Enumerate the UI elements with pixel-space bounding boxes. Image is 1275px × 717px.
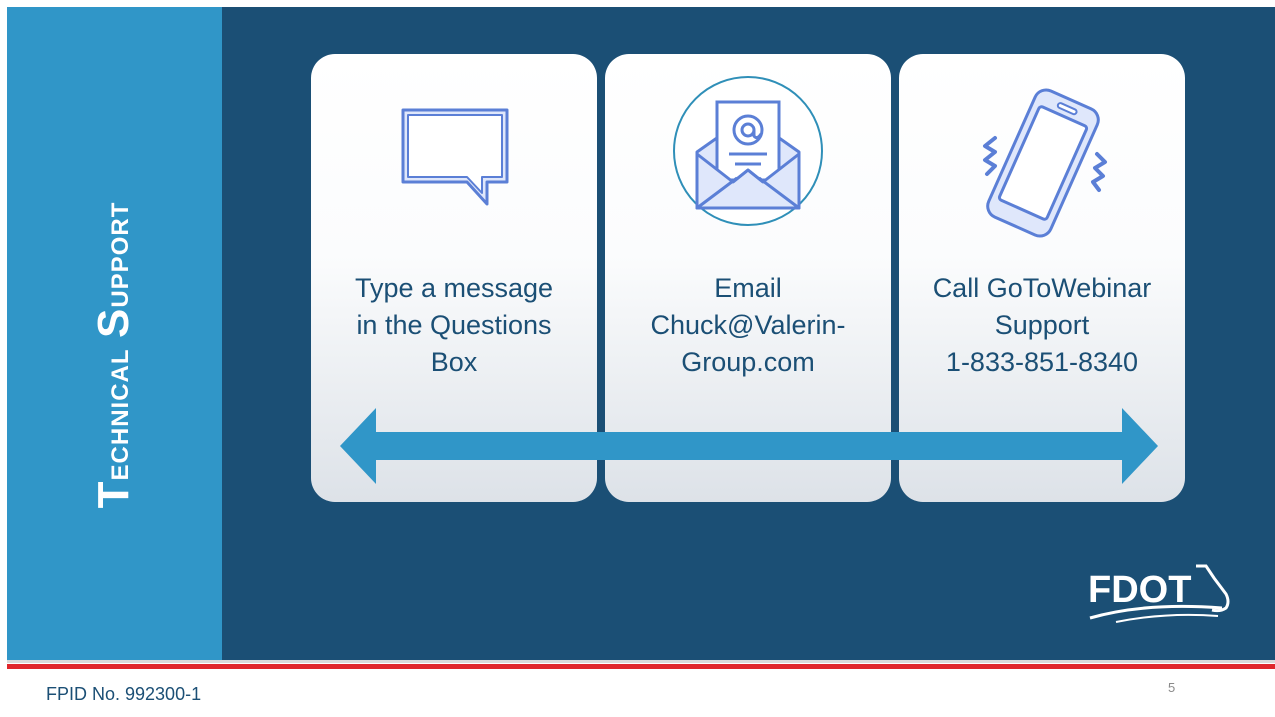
footer-divider-gray — [7, 660, 1275, 663]
card-line: Box — [430, 347, 478, 377]
footer-divider-red — [7, 664, 1275, 669]
card-text-email: Email Chuck@Valerin- Group.com — [605, 270, 891, 381]
card-line: in the Questions — [356, 310, 552, 340]
slide: Technical Support Type a message in the … — [0, 0, 1275, 717]
card-line: Type a message — [354, 273, 554, 303]
card-line: Call GoToWebinar — [932, 273, 1152, 303]
card-line: Chuck@Valerin- — [650, 310, 846, 340]
card-line: Group.com — [681, 347, 815, 377]
footer-fpid: FPID No. 992300-1 — [46, 684, 202, 704]
vibrating-phone-icon — [983, 88, 1107, 238]
card-line: Email — [714, 273, 782, 303]
title-initial: T — [89, 480, 138, 509]
fdot-logo-text: FDOT — [1088, 569, 1191, 611]
card-text-phone: Call GoToWebinar Support 1-833-851-8340 — [899, 270, 1185, 381]
card-line: 1-833-851-8340 — [945, 347, 1139, 377]
fdot-logo: FDOT — [1088, 564, 1230, 623]
card-text-questions: Type a message in the Questions Box — [311, 270, 597, 381]
email-envelope-icon — [673, 76, 823, 226]
double-arrow-icon — [340, 408, 1158, 484]
page-number: 5 — [1168, 680, 1176, 695]
chat-bubble-icon — [401, 108, 509, 206]
card-line: Support — [994, 310, 1090, 340]
title-word-2: upport — [98, 201, 136, 308]
slide-title: Technical Support — [89, 202, 139, 509]
title-initial-2: S — [89, 307, 138, 339]
title-word-1: echnical — [98, 338, 136, 481]
